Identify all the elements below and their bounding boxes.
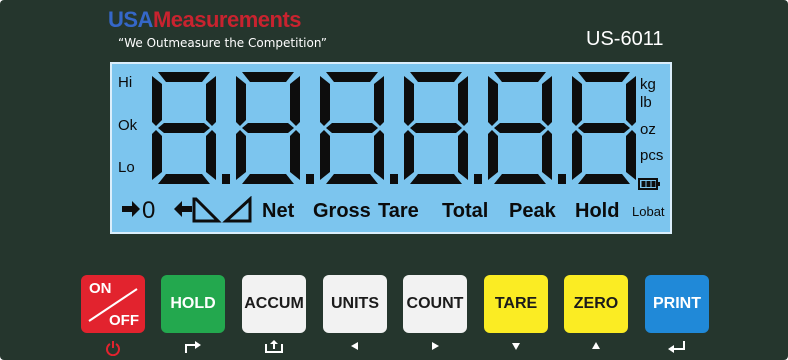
arrow-left-icon-wrap (323, 340, 387, 352)
accum-button[interactable]: ACCUM (242, 275, 306, 333)
enter-right-icon (185, 341, 201, 353)
indicator-lo: Lo (118, 159, 135, 176)
brand-name-measurements: Measurements (152, 7, 302, 32)
hold-button[interactable]: HOLD (161, 275, 225, 333)
zero-button[interactable]: ZERO (564, 275, 628, 333)
on-off-button[interactable]: ON OFF (81, 275, 145, 333)
status-gross: Gross (313, 200, 371, 222)
decimal-point-2 (306, 174, 314, 184)
status-net: Net (262, 200, 295, 222)
zero-arrows-icon: 0 (122, 197, 192, 224)
enter-right-icon-wrap (161, 340, 225, 354)
count-button[interactable]: COUNT (403, 275, 467, 333)
tray-icon-wrap (242, 340, 306, 354)
status-total: Total (442, 200, 489, 222)
arrow-left-icon (351, 342, 358, 350)
arrow-right-icon (432, 342, 439, 350)
return-icon-wrap (645, 340, 709, 354)
brand-logo: USAMeasurements (108, 7, 302, 32)
arrow-up-icon (592, 342, 600, 349)
digit-6 (572, 72, 636, 184)
status-tare: Tare (378, 200, 419, 222)
scale-indicator-panel: USAMeasurements “We Outmeasure the Compe… (0, 0, 788, 360)
arrow-up-icon-wrap (564, 340, 628, 352)
digit-5 (488, 72, 552, 184)
return-icon (668, 341, 685, 353)
seven-segment-digits (152, 72, 636, 184)
lobat-label: Lobat (632, 204, 665, 219)
status-hold: Hold (575, 200, 620, 222)
off-label: OFF (109, 312, 139, 329)
tray-icon (265, 340, 283, 353)
svg-text:0: 0 (142, 197, 155, 224)
arrow-down-icon (512, 343, 520, 350)
power-icon-wrap (81, 340, 145, 356)
brand-tagline: “We Outmeasure the Competition” (118, 36, 327, 50)
power-icon (106, 341, 120, 356)
unit-kg: kg (640, 76, 656, 93)
battery-icon (638, 178, 660, 190)
triangle-icons (192, 196, 252, 223)
indicator-hi: Hi (118, 74, 133, 91)
units-button[interactable]: UNITS (323, 275, 387, 333)
brand-name-usa: USA (108, 7, 153, 32)
decimal-point-3 (390, 174, 398, 184)
decimal-point-1 (222, 174, 230, 184)
digit-4 (404, 72, 468, 184)
indicator-ok: Ok (118, 117, 138, 134)
status-peak: Peak (509, 200, 556, 222)
unit-oz: oz (640, 121, 656, 138)
unit-lb: lb (640, 94, 652, 111)
print-button[interactable]: PRINT (645, 275, 709, 333)
tare-button[interactable]: TARE (484, 275, 548, 333)
arrow-right-icon-wrap (403, 340, 467, 352)
arrow-down-icon-wrap (484, 340, 548, 352)
digit-1 (152, 72, 216, 184)
lcd-display: Hi Ok Lo kg lb oz pcs Lobat 0 Net Gross … (110, 62, 672, 234)
digit-2 (236, 72, 300, 184)
decimal-point-4 (474, 174, 482, 184)
digit-3 (320, 72, 384, 184)
unit-pcs: pcs (640, 147, 664, 164)
decimal-point-5 (558, 174, 566, 184)
model-number: US-6011 (586, 28, 664, 50)
